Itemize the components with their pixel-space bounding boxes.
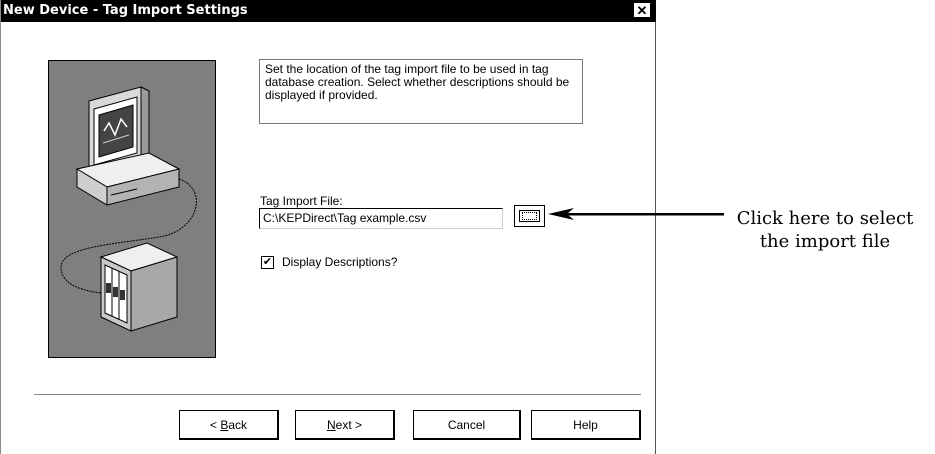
tag-import-file-input[interactable]: C:\KEPDirect\Tag example.csv <box>259 208 503 229</box>
back-prefix: < <box>209 417 221 432</box>
display-descriptions-checkbox[interactable]: ✔ <box>261 256 274 269</box>
dialog-window: New Device - Tag Import Settings ✕ Set t… <box>0 0 656 454</box>
cancel-label: Cancel <box>447 417 486 432</box>
instructions-text: Set the location of the tag import file … <box>259 59 583 124</box>
tag-import-file-label: Tag Import File: <box>260 194 343 208</box>
back-button[interactable]: < Back <box>179 410 279 440</box>
checkmark-icon: ✔ <box>262 256 273 268</box>
computer-illustration <box>60 86 197 332</box>
cancel-button[interactable]: Cancel <box>413 410 521 440</box>
plc-rack-illustration <box>99 242 179 332</box>
browse-icon <box>519 210 540 222</box>
wizard-illustration <box>48 60 216 358</box>
window-title: New Device - Tag Import Settings <box>3 3 248 18</box>
next-button[interactable]: Next > <box>295 410 395 440</box>
back-mnemonic: B <box>220 417 229 432</box>
separator <box>34 394 641 396</box>
display-descriptions-label: Display Descriptions? <box>282 255 398 269</box>
callout-text: Click here to select the import file <box>718 207 932 253</box>
close-icon: ✕ <box>636 2 648 18</box>
next-rest: ext > <box>335 417 363 432</box>
browse-button[interactable] <box>514 205 545 227</box>
callout-line-2: the import file <box>759 231 891 252</box>
title-bar: New Device - Tag Import Settings ✕ <box>1 0 656 22</box>
close-button[interactable]: ✕ <box>633 2 651 18</box>
help-label: Help <box>573 417 598 432</box>
callout-line-1: Click here to select <box>736 208 914 229</box>
arrow-icon <box>548 208 724 220</box>
back-rest: ack <box>228 417 248 432</box>
help-button[interactable]: Help <box>531 410 641 440</box>
next-mnemonic: N <box>326 417 336 432</box>
